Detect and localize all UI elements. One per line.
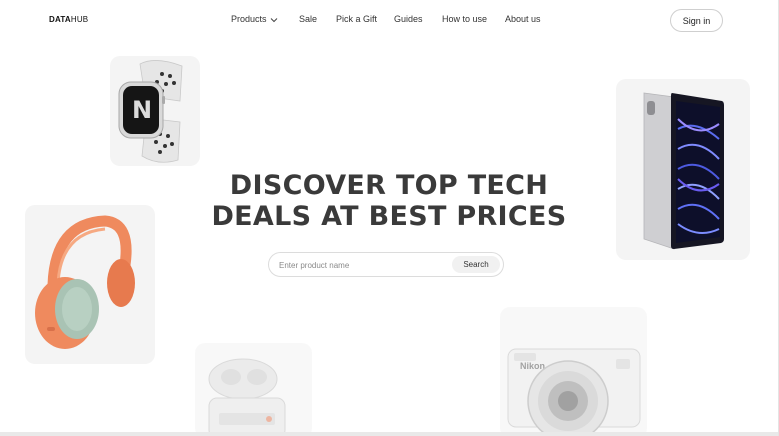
nav-item-pick-a-gift[interactable]: Pick a Gift [336,14,377,24]
page-frame: DATAHUB Products Sale Pick a Gift Guides… [0,0,779,436]
chevron-down-icon [270,15,278,25]
nav-item-label: Sale [299,14,318,24]
search-button[interactable]: Search [452,256,500,273]
search-bar: Search [268,252,504,277]
camera-brand-label: Nikon [520,361,545,371]
nav-item-label: Products [231,14,267,24]
nav-item-label: Guides [394,14,423,24]
tablet-icon [643,92,724,250]
logo-bold-text: DATA [49,15,71,24]
product-card-tablet[interactable] [616,79,750,260]
logo-light-text: HUB [70,15,89,24]
nav-item-sale[interactable]: Sale [299,14,317,24]
smartwatch-icon: N [118,60,183,163]
svg-text:N: N [132,96,152,124]
sign-in-button[interactable]: Sign in [670,9,723,32]
hero-title-line-2: DEALS AT BEST PRICES [211,201,567,232]
earbuds-icon [208,358,286,436]
camera-icon: Nikon [507,348,641,436]
product-card-headphones[interactable] [25,205,155,364]
nav-item-label: About us [505,14,541,24]
nav-item-products[interactable]: Products [231,14,278,25]
brand-logo[interactable]: DATAHUB [49,15,88,24]
hero-title-line-1: DISCOVER TOP TECH [229,170,549,201]
product-card-smartwatch[interactable]: N [110,56,200,166]
nav-item-about-us[interactable]: About us [505,14,541,24]
headphones-icon [35,215,135,349]
product-card-camera[interactable]: Nikon [500,307,647,436]
nav-item-label: How to use [442,14,488,24]
search-input[interactable] [279,258,444,272]
nav-item-how-to-use[interactable]: How to use [442,14,487,24]
bottom-scroll-edge [0,432,778,436]
hero-title: DISCOVER TOP TECH DEALS AT BEST PRICES [200,170,578,232]
product-card-earbuds[interactable] [195,343,312,436]
nav-item-guides[interactable]: Guides [394,14,423,24]
nav-item-label: Pick a Gift [336,14,378,24]
